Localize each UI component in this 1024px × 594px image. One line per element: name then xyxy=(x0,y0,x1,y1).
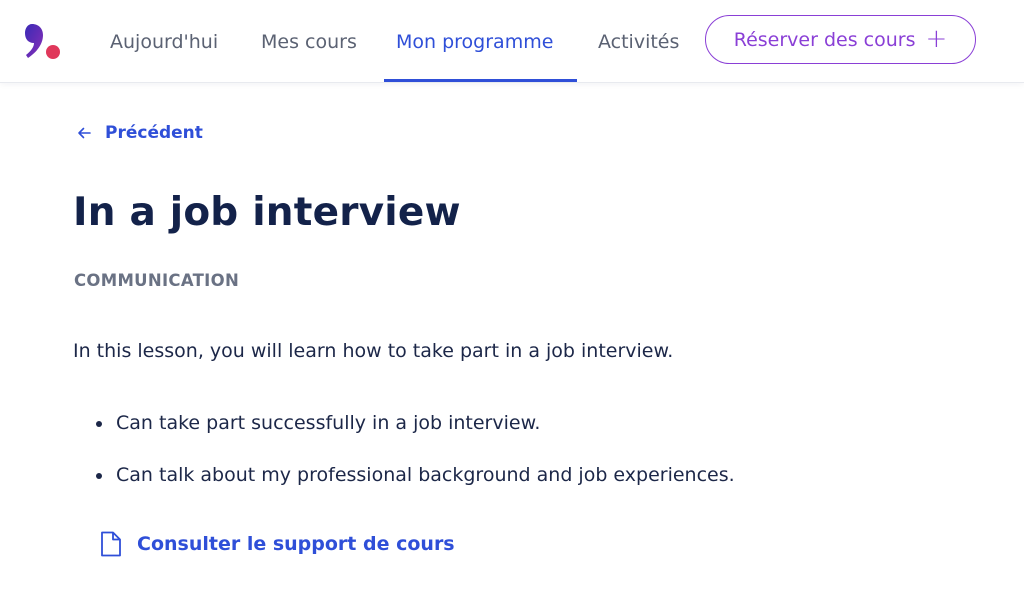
arrow-left-icon xyxy=(78,127,91,139)
objectives-list: Can take part successfully in a job inte… xyxy=(96,408,735,512)
active-tab-indicator xyxy=(384,79,577,82)
book-courses-button[interactable]: Réserver des cours + xyxy=(705,15,976,64)
lesson-intro: In this lesson, you will learn how to ta… xyxy=(73,340,674,362)
comma-logo-icon[interactable] xyxy=(22,22,62,62)
plus-icon: + xyxy=(925,23,948,54)
nav-item-activities[interactable]: Activités xyxy=(598,28,679,56)
back-link-label: Précédent xyxy=(105,123,203,143)
objective-item: Can take part successfully in a job inte… xyxy=(96,408,735,460)
nav-item-my-program[interactable]: Mon programme xyxy=(396,28,553,56)
nav-item-today[interactable]: Aujourd'hui xyxy=(110,28,218,56)
lesson-category: COMMUNICATION xyxy=(74,271,240,290)
top-navigation-bar: Aujourd'hui Mes cours Mon programme Acti… xyxy=(0,0,1024,82)
nav-item-my-courses[interactable]: Mes cours xyxy=(261,28,357,56)
document-icon xyxy=(101,531,121,557)
book-courses-label: Réserver des cours xyxy=(733,28,916,51)
back-link[interactable]: Précédent xyxy=(76,123,203,143)
view-course-material-link[interactable]: Consulter le support de cours xyxy=(99,530,455,558)
page-title: In a job interview xyxy=(73,190,461,235)
view-course-material-label: Consulter le support de cours xyxy=(137,533,455,555)
objective-item: Can talk about my professional backgroun… xyxy=(96,460,735,512)
